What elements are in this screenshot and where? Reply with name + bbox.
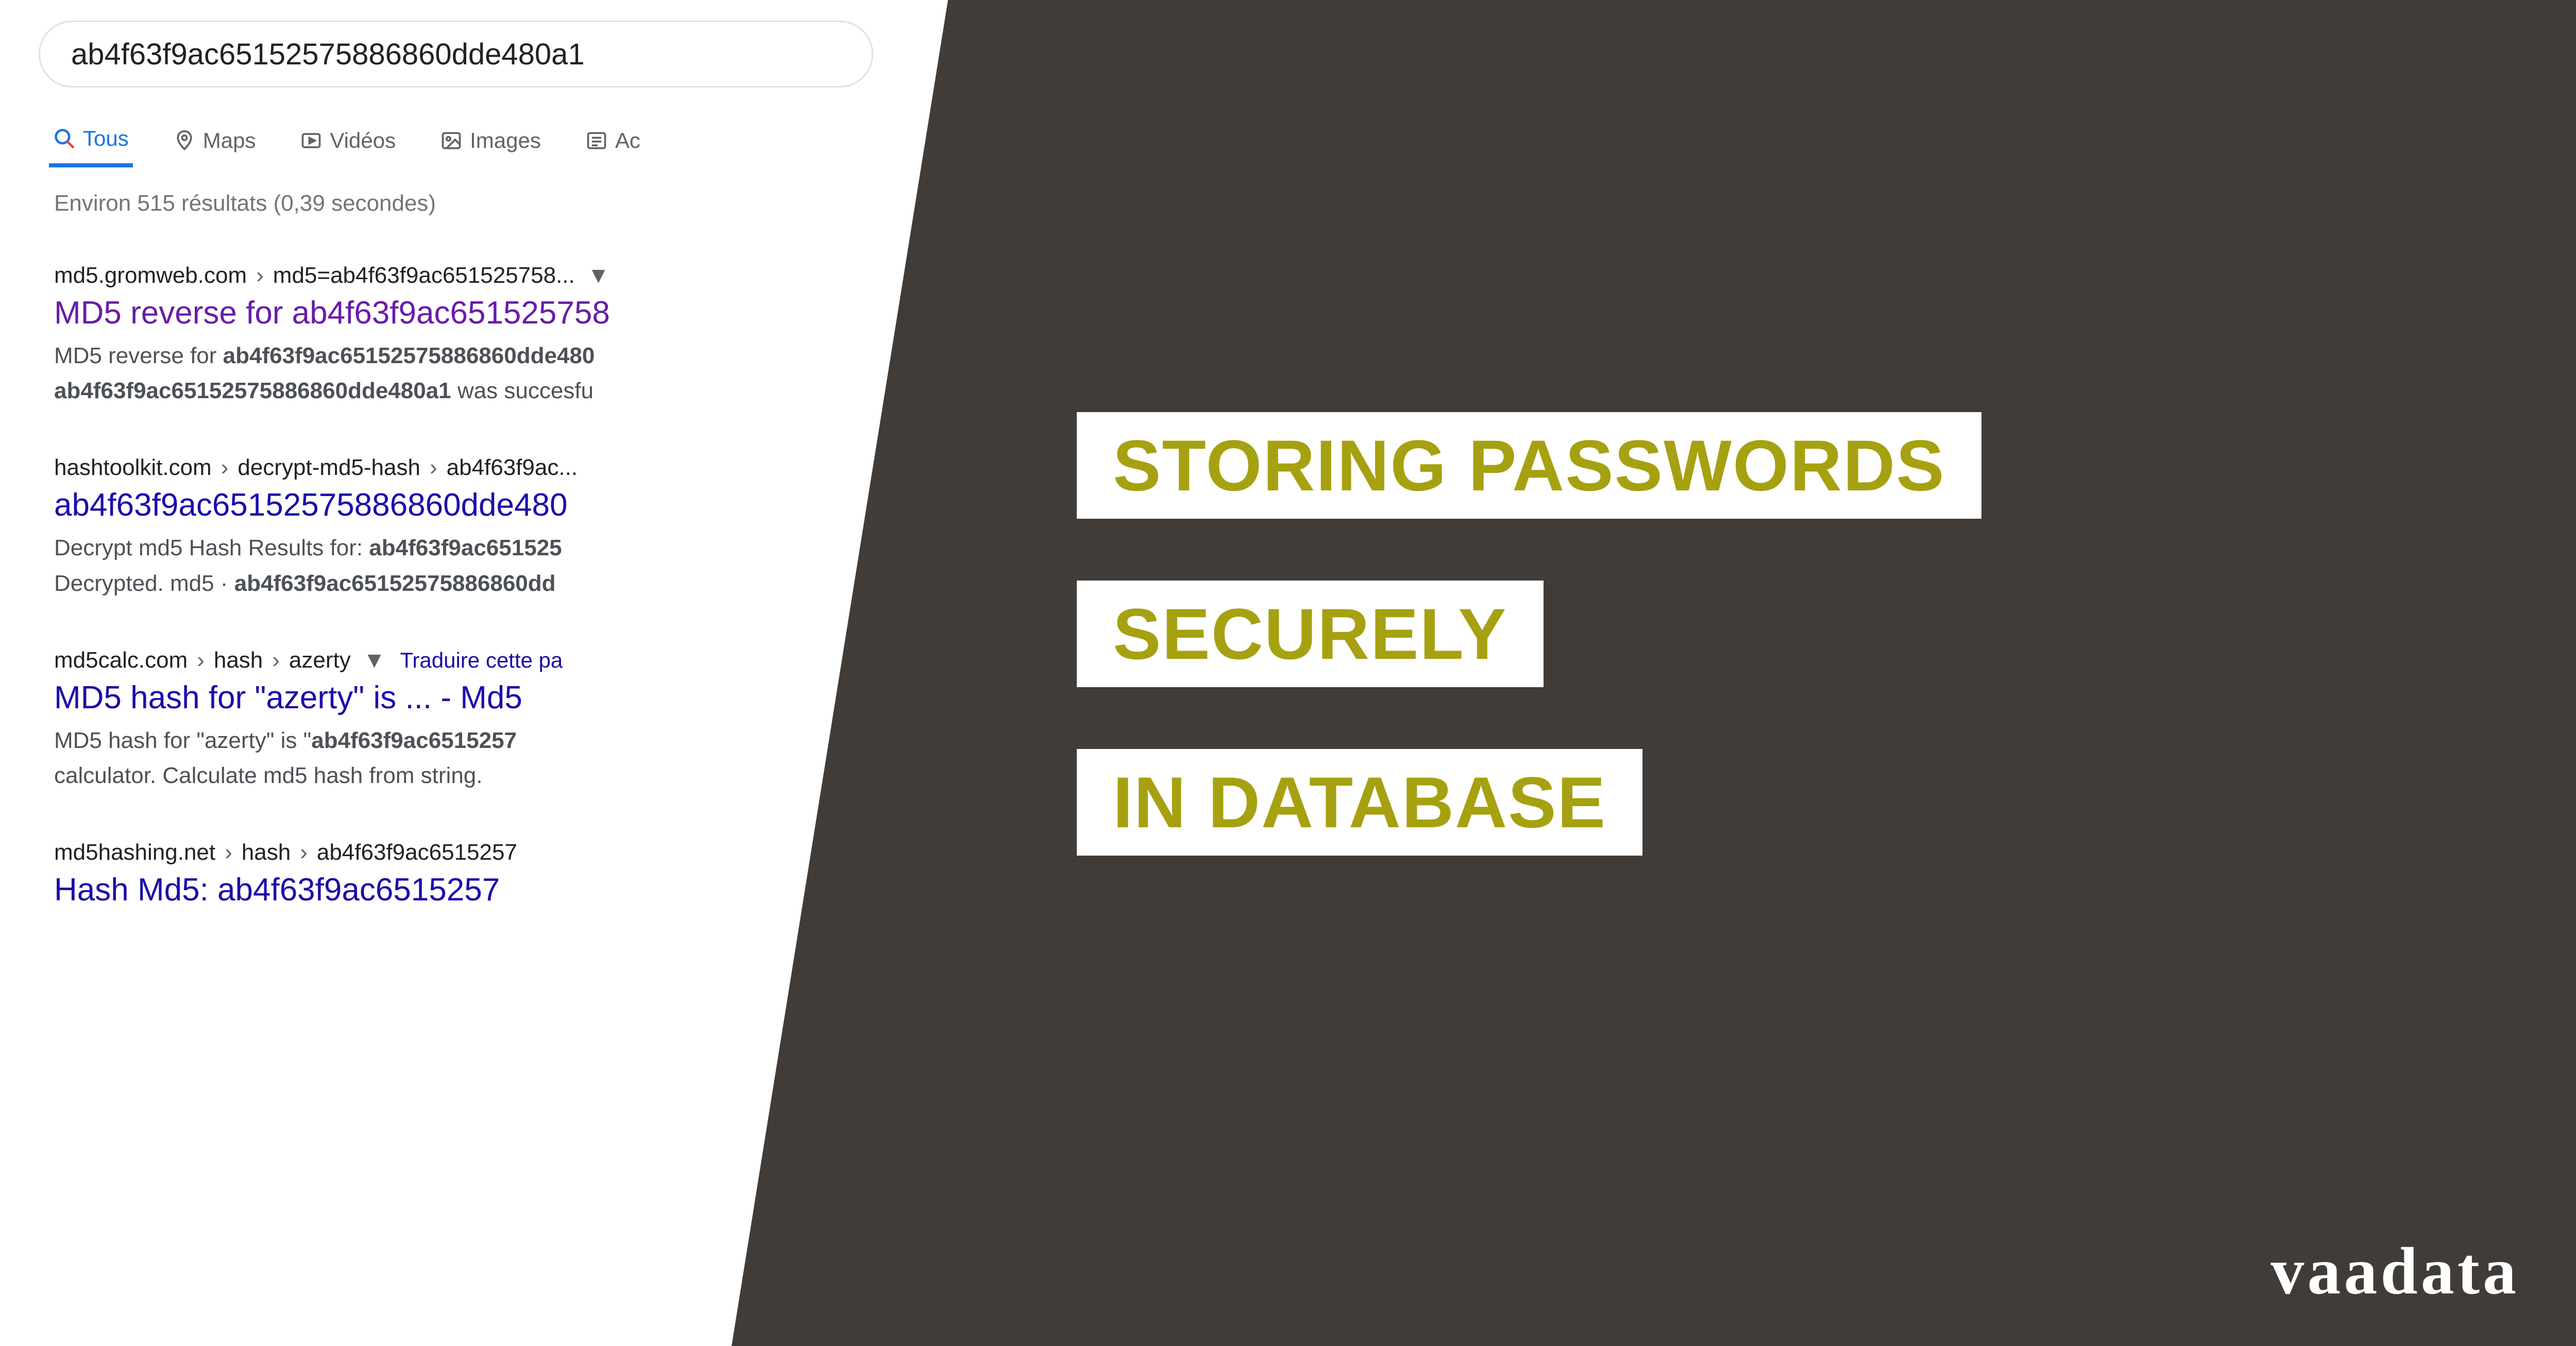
bc-host: md5calc.com (54, 648, 188, 673)
bc-sep: › (256, 263, 264, 288)
translate-link[interactable]: Traduire cette pa (400, 648, 563, 673)
tab-all[interactable]: Tous (49, 116, 133, 167)
brand-logo: vaadata (2270, 1233, 2519, 1310)
bc-path: ab4f63f9ac6515257 (317, 840, 517, 865)
headline-line: STORING PASSWORDS (1077, 412, 1981, 519)
snippet-text: MD5 reverse for (54, 343, 223, 368)
result-snippet: MD5 hash for "azerty" is "ab4f63f9ac6515… (54, 723, 853, 793)
snippet-text: Decrypted. md5 · (54, 571, 234, 596)
bc-path: md5=ab4f63f9ac651525758... (273, 263, 575, 288)
result-title[interactable]: Hash Md5: ab4f63f9ac6515257 (54, 872, 853, 908)
tab-maps[interactable]: Maps (169, 116, 260, 167)
snippet-bold: ab4f63f9ac65152575886860dde480a1 (54, 378, 451, 403)
search-result: md5calc.com › hash › azerty ▼ Traduire c… (54, 648, 853, 793)
bc-sep: › (272, 648, 280, 673)
result-title[interactable]: MD5 reverse for ab4f63f9ac651525758 (54, 295, 853, 331)
bc-host: md5.gromweb.com (54, 263, 247, 288)
chevron-down-icon[interactable]: ▼ (587, 263, 610, 288)
snippet-bold: ab4f63f9ac6515257 (311, 728, 517, 753)
snippet-bold: ab4f63f9ac65152575886860dde480 (223, 343, 595, 368)
headline: STORING PASSWORDS SECURELY IN DATABASE (1077, 412, 1981, 856)
tab-images[interactable]: Images (436, 116, 545, 167)
snippet-text: Decrypt md5 Hash Results for: (54, 535, 369, 560)
search-input[interactable] (71, 37, 841, 72)
news-icon (585, 129, 608, 152)
result-title[interactable]: MD5 hash for "azerty" is ... - Md5 (54, 679, 853, 716)
bc-path: ab4f63f9ac... (447, 455, 578, 481)
bc-sep: › (197, 648, 205, 673)
headline-line: SECURELY (1077, 581, 1544, 687)
result-breadcrumb[interactable]: md5hashing.net › hash › ab4f63f9ac651525… (54, 840, 853, 865)
tab-label: Maps (203, 128, 256, 153)
result-snippet: Decrypt md5 Hash Results for: ab4f63f9ac… (54, 531, 853, 601)
bc-sep: › (221, 455, 229, 481)
bc-path: azerty (289, 648, 351, 673)
snippet-bold: ab4f63f9ac65152575886860dd (234, 571, 556, 596)
result-breadcrumb[interactable]: md5.gromweb.com › md5=ab4f63f9ac65152575… (54, 263, 853, 288)
bc-sep: › (225, 840, 232, 865)
image-icon (440, 129, 463, 152)
bc-host: md5hashing.net (54, 840, 215, 865)
tab-news[interactable]: Ac (581, 116, 645, 167)
search-result: md5hashing.net › hash › ab4f63f9ac651525… (54, 840, 853, 908)
tab-label: Images (470, 128, 541, 153)
snippet-bold: ab4f63f9ac651525 (369, 535, 562, 560)
bc-path: hash (214, 648, 263, 673)
search-tabs: Tous Maps Vidéos Images Ac (39, 116, 2576, 167)
headline-line: IN DATABASE (1077, 749, 1642, 856)
bc-sep: › (300, 840, 308, 865)
pin-icon (173, 129, 196, 152)
snippet-text: calculator. Calculate md5 hash from stri… (54, 763, 483, 788)
snippet-text: was succesfu (451, 378, 594, 403)
result-title[interactable]: ab4f63f9ac65152575886860dde480 (54, 487, 853, 523)
tab-videos[interactable]: Vidéos (296, 116, 400, 167)
tab-label: Vidéos (330, 128, 396, 153)
bc-host: hashtoolkit.com (54, 455, 212, 481)
result-breadcrumb[interactable]: md5calc.com › hash › azerty ▼ Traduire c… (54, 648, 853, 673)
search-icon (53, 127, 76, 150)
search-result: hashtoolkit.com › decrypt-md5-hash › ab4… (54, 455, 853, 601)
snippet-text: MD5 hash for "azerty" is " (54, 728, 311, 753)
bc-sep: › (430, 455, 437, 481)
bc-path: decrypt-md5-hash (238, 455, 420, 481)
tab-label: Tous (83, 126, 129, 151)
search-bar[interactable] (39, 21, 873, 88)
result-snippet: MD5 reverse for ab4f63f9ac65152575886860… (54, 338, 853, 408)
tab-label: Ac (615, 128, 640, 153)
chevron-down-icon[interactable]: ▼ (363, 648, 386, 673)
play-icon (300, 129, 323, 152)
bc-path: hash (242, 840, 291, 865)
search-result: md5.gromweb.com › md5=ab4f63f9ac65152575… (54, 263, 853, 408)
result-breadcrumb[interactable]: hashtoolkit.com › decrypt-md5-hash › ab4… (54, 455, 853, 481)
result-stats: Environ 515 résultats (0,39 secondes) (39, 191, 2576, 216)
